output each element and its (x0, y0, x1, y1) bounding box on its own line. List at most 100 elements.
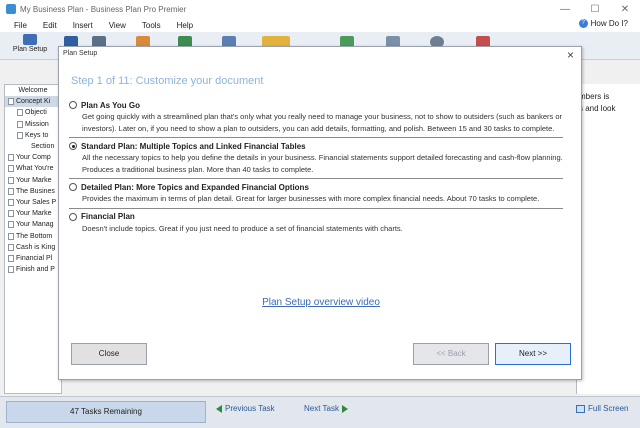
document-icon (8, 176, 14, 184)
plan-option: Standard Plan: Multiple Topics and Linke… (69, 138, 563, 179)
document-icon (8, 210, 14, 218)
menu-insert[interactable]: Insert (73, 21, 93, 30)
financial-plan-radio[interactable] (69, 212, 77, 221)
arrow-left-icon (216, 404, 222, 413)
dialog-close-icon[interactable]: × (567, 48, 574, 62)
menu-tools[interactable]: Tools (142, 21, 161, 30)
sidebar-item-label: Your Sales P (16, 198, 57, 206)
sidebar-item[interactable]: Financial Pl (5, 253, 61, 264)
maximize-button[interactable]: ☐ (580, 4, 610, 15)
close-button[interactable]: Close (71, 343, 147, 365)
sidebar-item[interactable]: Your Comp (5, 152, 61, 163)
previous-task-label: Previous Task (225, 404, 275, 413)
sidebar-item-label: Objecti (25, 109, 47, 117)
plan-setup-video-link[interactable]: Plan Setup overview video (59, 297, 583, 308)
close-window-button[interactable]: ✕ (610, 4, 640, 15)
task-sidebar: Welcome Concept Ki Objecti Mission Keys … (4, 84, 62, 394)
menu-view[interactable]: View (109, 21, 126, 30)
sidebar-item-label: Mission (25, 120, 49, 128)
document-icon (8, 254, 14, 262)
plan-as-you-go-radio[interactable] (69, 101, 77, 109)
tasks-remaining-button[interactable]: 47 Tasks Remaining (6, 401, 206, 423)
standard-plan-radio[interactable] (69, 142, 77, 150)
document-icon (8, 154, 14, 162)
full-screen-button[interactable]: Full Screen (576, 404, 628, 413)
document-icon (8, 165, 14, 173)
plan-option-header[interactable]: Plan As You Go (69, 99, 563, 111)
content-text: mbers is s and look (577, 84, 640, 115)
minimize-button[interactable]: — (550, 4, 580, 15)
plan-option-header[interactable]: Detailed Plan: More Topics and Expanded … (69, 181, 563, 193)
document-icon (8, 243, 14, 251)
sidebar-item[interactable]: Your Marke (5, 208, 61, 219)
document-icon (8, 198, 14, 206)
document-icon (8, 266, 14, 274)
sidebar-item[interactable]: Objecti (5, 107, 61, 118)
document-icon (8, 221, 14, 229)
sidebar-item[interactable]: Keys to (5, 130, 61, 141)
sidebar-item-label: Finish and P (16, 266, 55, 274)
sidebar-item[interactable]: The Busines (5, 186, 61, 197)
sidebar-item-label: Cash is King (16, 243, 56, 251)
previous-task-button[interactable]: Previous Task (216, 404, 275, 413)
window-title: My Business Plan - Business Plan Pro Pre… (20, 4, 187, 14)
menu-help[interactable]: Help (177, 21, 193, 30)
content-panel: mbers is s and look (576, 84, 640, 394)
status-bar: 47 Tasks Remaining Previous Task Next Ta… (0, 396, 640, 428)
document-icon (17, 131, 23, 139)
back-button[interactable]: << Back (413, 343, 489, 365)
plan-setup-icon (23, 34, 37, 45)
plan-option-description: All the necessary topics to help you def… (82, 153, 563, 174)
app-icon (6, 4, 16, 14)
help-icon: ? (578, 19, 588, 28)
sidebar-item-label: Section (31, 143, 55, 151)
how-do-i-button[interactable]: ? How Do I? (578, 19, 628, 28)
plan-option-title: Standard Plan: Multiple Topics and Linke… (81, 141, 306, 151)
plan-option-description: Provides the maximum in terms of plan de… (82, 194, 540, 203)
sidebar-item-label: Financial Pl (16, 254, 53, 262)
plan-option-title: Detailed Plan: More Topics and Expanded … (81, 182, 309, 192)
sidebar-item-label: The Busines (16, 187, 55, 195)
plan-option-description: Get going quickly with a streamlined pla… (82, 112, 563, 133)
plan-setup-dialog: Plan Setup × Step 1 of 11: Customize you… (58, 46, 582, 380)
menu-edit[interactable]: Edit (43, 21, 57, 30)
sidebar-item[interactable]: What You're (5, 163, 61, 174)
sidebar-item[interactable]: Welcome (5, 85, 61, 96)
next-button[interactable]: Next >> (495, 343, 571, 365)
plan-setup-toolbar-button[interactable]: Plan Setup (4, 34, 56, 58)
menu-file[interactable]: File (14, 21, 27, 30)
plan-option-header[interactable]: Standard Plan: Multiple Topics and Linke… (69, 140, 563, 152)
menu-bar: File Edit Insert View Tools Help ? How D… (0, 18, 640, 32)
next-task-label: Next Task (304, 404, 339, 413)
plan-option-title: Plan As You Go (81, 100, 140, 110)
detailed-plan-radio[interactable] (69, 183, 77, 191)
plan-options: Plan As You Go Get going quickly with a … (69, 97, 563, 237)
sidebar-item-label: Welcome (18, 87, 48, 95)
document-icon (8, 187, 14, 195)
content-line: s and look (579, 104, 616, 113)
full-screen-icon (576, 404, 585, 413)
sidebar-item-label: Your Marke (16, 210, 52, 218)
arrow-right-icon (341, 404, 348, 413)
document-icon (8, 98, 14, 106)
sidebar-item[interactable]: Your Manag (5, 219, 61, 230)
plan-option-header[interactable]: Financial Plan (69, 211, 563, 223)
sidebar-item-label: Your Manag (16, 221, 54, 229)
sidebar-item-label: What You're (16, 165, 54, 173)
sidebar-item[interactable]: Finish and P (5, 264, 61, 275)
sidebar-item-label: Keys to (25, 131, 49, 139)
sidebar-item[interactable]: Section (5, 141, 61, 152)
sidebar-item[interactable]: Concept Ki (5, 96, 61, 108)
sidebar-item[interactable]: Cash is King (5, 242, 61, 253)
sidebar-item-label: Your Comp (16, 154, 51, 162)
content-line: mbers is (579, 92, 610, 101)
sidebar-item-label: The Bottom (16, 232, 53, 240)
sidebar-item[interactable]: Mission (5, 119, 61, 130)
sidebar-item[interactable]: Your Marke (5, 175, 61, 186)
sidebar-item[interactable]: Your Sales P (5, 197, 61, 208)
sidebar-item-label: Concept Ki (16, 98, 51, 106)
sidebar-item[interactable]: The Bottom (5, 230, 61, 241)
dialog-title: Plan Setup (63, 50, 98, 57)
next-task-button[interactable]: Next Task (304, 404, 348, 413)
how-do-i-label: How Do I? (590, 19, 628, 28)
